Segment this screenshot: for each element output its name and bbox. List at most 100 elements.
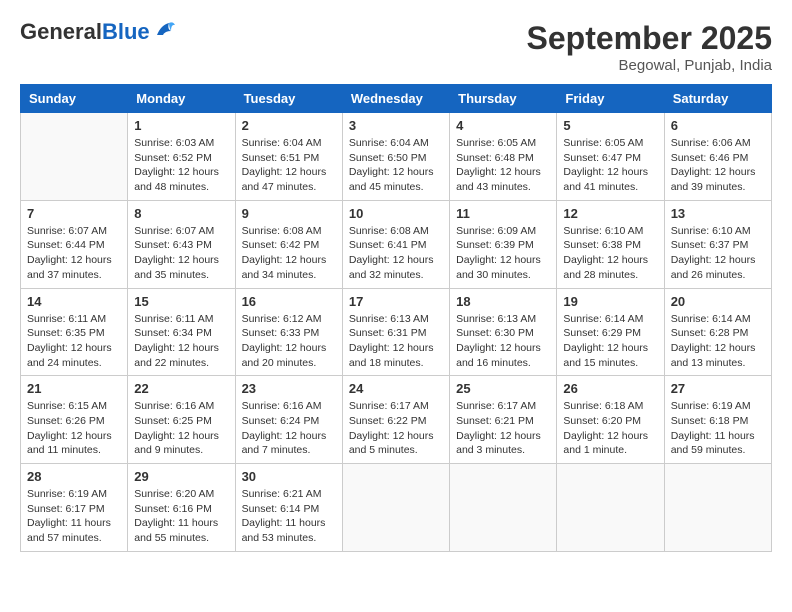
day-info: Sunrise: 6:10 AM Sunset: 6:37 PM Dayligh… [671, 224, 765, 283]
day-number: 19 [563, 294, 657, 309]
day-info: Sunrise: 6:08 AM Sunset: 6:41 PM Dayligh… [349, 224, 443, 283]
day-number: 13 [671, 206, 765, 221]
logo-bird-icon [153, 21, 175, 39]
day-number: 26 [563, 381, 657, 396]
day-info: Sunrise: 6:13 AM Sunset: 6:31 PM Dayligh… [349, 312, 443, 371]
calendar-cell: 5Sunrise: 6:05 AM Sunset: 6:47 PM Daylig… [557, 113, 664, 201]
calendar-week-row: 28Sunrise: 6:19 AM Sunset: 6:17 PM Dayli… [21, 464, 772, 552]
day-number: 28 [27, 469, 121, 484]
day-number: 25 [456, 381, 550, 396]
calendar-cell: 16Sunrise: 6:12 AM Sunset: 6:33 PM Dayli… [235, 288, 342, 376]
calendar-cell: 14Sunrise: 6:11 AM Sunset: 6:35 PM Dayli… [21, 288, 128, 376]
day-number: 29 [134, 469, 228, 484]
day-info: Sunrise: 6:21 AM Sunset: 6:14 PM Dayligh… [242, 487, 336, 546]
calendar-week-row: 1 Sunrise: 6:03 AM Sunset: 6:52 PM Daylig… [21, 113, 772, 201]
day-info: Sunrise: 6:04 AM Sunset: 6:51 PM Dayligh… [242, 136, 336, 195]
calendar-cell: 12 Sunrise: 6:10 AM Sunset: 6:38 PM Dayli… [557, 200, 664, 288]
day-number: 2 [242, 118, 336, 133]
calendar-cell: 20 Sunrise: 6:14 AM Sunset: 6:28 PM Dayli… [664, 288, 771, 376]
day-info: Sunrise: 6:14 AM Sunset: 6:28 PM Dayligh… [671, 312, 765, 371]
day-info: Sunrise: 6:17 AM Sunset: 6:21 PM Dayligh… [456, 399, 550, 458]
day-number: 1 [134, 118, 228, 133]
day-info: Sunrise: 6:17 AM Sunset: 6:22 PM Dayligh… [349, 399, 443, 458]
calendar-cell: 21Sunrise: 6:15 AM Sunset: 6:26 PM Dayli… [21, 376, 128, 464]
day-info: Sunrise: 6:16 AM Sunset: 6:24 PM Dayligh… [242, 399, 336, 458]
title-block: September 2025 Begowal, Punjab, India [527, 20, 772, 74]
day-number: 3 [349, 118, 443, 133]
day-info: Sunrise: 6:06 AM Sunset: 6:46 PM Dayligh… [671, 136, 765, 195]
calendar-cell: 25 Sunrise: 6:17 AM Sunset: 6:21 PM Dayli… [450, 376, 557, 464]
logo-general: General [20, 19, 102, 44]
calendar-cell: 24 Sunrise: 6:17 AM Sunset: 6:22 PM Dayli… [342, 376, 449, 464]
logo: GeneralBlue [20, 20, 175, 44]
day-number: 4 [456, 118, 550, 133]
weekday-header-monday: Monday [128, 85, 235, 113]
weekday-header-tuesday: Tuesday [235, 85, 342, 113]
calendar-week-row: 21Sunrise: 6:15 AM Sunset: 6:26 PM Dayli… [21, 376, 772, 464]
weekday-header-friday: Friday [557, 85, 664, 113]
day-info: Sunrise: 6:16 AM Sunset: 6:25 PM Dayligh… [134, 399, 228, 458]
day-number: 18 [456, 294, 550, 309]
calendar-table: SundayMondayTuesdayWednesdayThursdayFrid… [20, 84, 772, 552]
day-number: 17 [349, 294, 443, 309]
day-number: 21 [27, 381, 121, 396]
calendar-cell: 23 Sunrise: 6:16 AM Sunset: 6:24 PM Dayli… [235, 376, 342, 464]
day-number: 12 [563, 206, 657, 221]
day-info: Sunrise: 6:05 AM Sunset: 6:47 PM Dayligh… [563, 136, 657, 195]
calendar-cell: 7Sunrise: 6:07 AM Sunset: 6:44 PM Daylig… [21, 200, 128, 288]
day-number: 22 [134, 381, 228, 396]
calendar-cell: 3 Sunrise: 6:04 AM Sunset: 6:50 PM Daylig… [342, 113, 449, 201]
calendar-cell: 17 Sunrise: 6:13 AM Sunset: 6:31 PM Dayli… [342, 288, 449, 376]
location: Begowal, Punjab, India [527, 57, 772, 74]
calendar-cell: 28Sunrise: 6:19 AM Sunset: 6:17 PM Dayli… [21, 464, 128, 552]
day-number: 11 [456, 206, 550, 221]
day-info: Sunrise: 6:20 AM Sunset: 6:16 PM Dayligh… [134, 487, 228, 546]
day-info: Sunrise: 6:09 AM Sunset: 6:39 PM Dayligh… [456, 224, 550, 283]
calendar-cell: 9Sunrise: 6:08 AM Sunset: 6:42 PM Daylig… [235, 200, 342, 288]
month-title: September 2025 [527, 20, 772, 57]
day-number: 14 [27, 294, 121, 309]
day-info: Sunrise: 6:14 AM Sunset: 6:29 PM Dayligh… [563, 312, 657, 371]
calendar-cell: 13 Sunrise: 6:10 AM Sunset: 6:37 PM Dayli… [664, 200, 771, 288]
calendar-cell [342, 464, 449, 552]
day-info: Sunrise: 6:03 AM Sunset: 6:52 PM Dayligh… [134, 136, 228, 195]
day-info: Sunrise: 6:05 AM Sunset: 6:48 PM Dayligh… [456, 136, 550, 195]
calendar-cell: 19 Sunrise: 6:14 AM Sunset: 6:29 PM Dayli… [557, 288, 664, 376]
day-info: Sunrise: 6:10 AM Sunset: 6:38 PM Dayligh… [563, 224, 657, 283]
weekday-header-sunday: Sunday [21, 85, 128, 113]
day-number: 24 [349, 381, 443, 396]
calendar-cell: 27Sunrise: 6:19 AM Sunset: 6:18 PM Dayli… [664, 376, 771, 464]
calendar-cell: 4 Sunrise: 6:05 AM Sunset: 6:48 PM Daylig… [450, 113, 557, 201]
day-number: 30 [242, 469, 336, 484]
day-number: 6 [671, 118, 765, 133]
calendar-cell [557, 464, 664, 552]
calendar-cell [21, 113, 128, 201]
day-info: Sunrise: 6:08 AM Sunset: 6:42 PM Dayligh… [242, 224, 336, 283]
calendar-body: 1 Sunrise: 6:03 AM Sunset: 6:52 PM Daylig… [21, 113, 772, 552]
calendar-cell [664, 464, 771, 552]
calendar-cell: 18 Sunrise: 6:13 AM Sunset: 6:30 PM Dayli… [450, 288, 557, 376]
calendar-header: SundayMondayTuesdayWednesdayThursdayFrid… [21, 85, 772, 113]
weekday-header-thursday: Thursday [450, 85, 557, 113]
day-number: 23 [242, 381, 336, 396]
weekday-header-wednesday: Wednesday [342, 85, 449, 113]
calendar-cell: 10 Sunrise: 6:08 AM Sunset: 6:41 PM Dayli… [342, 200, 449, 288]
logo-blue: Blue [102, 19, 150, 44]
day-info: Sunrise: 6:13 AM Sunset: 6:30 PM Dayligh… [456, 312, 550, 371]
calendar-cell: 1 Sunrise: 6:03 AM Sunset: 6:52 PM Daylig… [128, 113, 235, 201]
day-info: Sunrise: 6:07 AM Sunset: 6:43 PM Dayligh… [134, 224, 228, 283]
calendar-cell: 11 Sunrise: 6:09 AM Sunset: 6:39 PM Dayli… [450, 200, 557, 288]
day-info: Sunrise: 6:04 AM Sunset: 6:50 PM Dayligh… [349, 136, 443, 195]
day-number: 7 [27, 206, 121, 221]
day-number: 20 [671, 294, 765, 309]
day-number: 8 [134, 206, 228, 221]
calendar-cell: 26Sunrise: 6:18 AM Sunset: 6:20 PM Dayli… [557, 376, 664, 464]
day-number: 10 [349, 206, 443, 221]
day-info: Sunrise: 6:11 AM Sunset: 6:34 PM Dayligh… [134, 312, 228, 371]
weekday-row: SundayMondayTuesdayWednesdayThursdayFrid… [21, 85, 772, 113]
calendar-cell: 2 Sunrise: 6:04 AM Sunset: 6:51 PM Daylig… [235, 113, 342, 201]
calendar-cell: 15Sunrise: 6:11 AM Sunset: 6:34 PM Dayli… [128, 288, 235, 376]
calendar-cell [450, 464, 557, 552]
calendar-cell: 29 Sunrise: 6:20 AM Sunset: 6:16 PM Dayli… [128, 464, 235, 552]
page-header: GeneralBlue September 2025 Begowal, Punj… [20, 20, 772, 74]
